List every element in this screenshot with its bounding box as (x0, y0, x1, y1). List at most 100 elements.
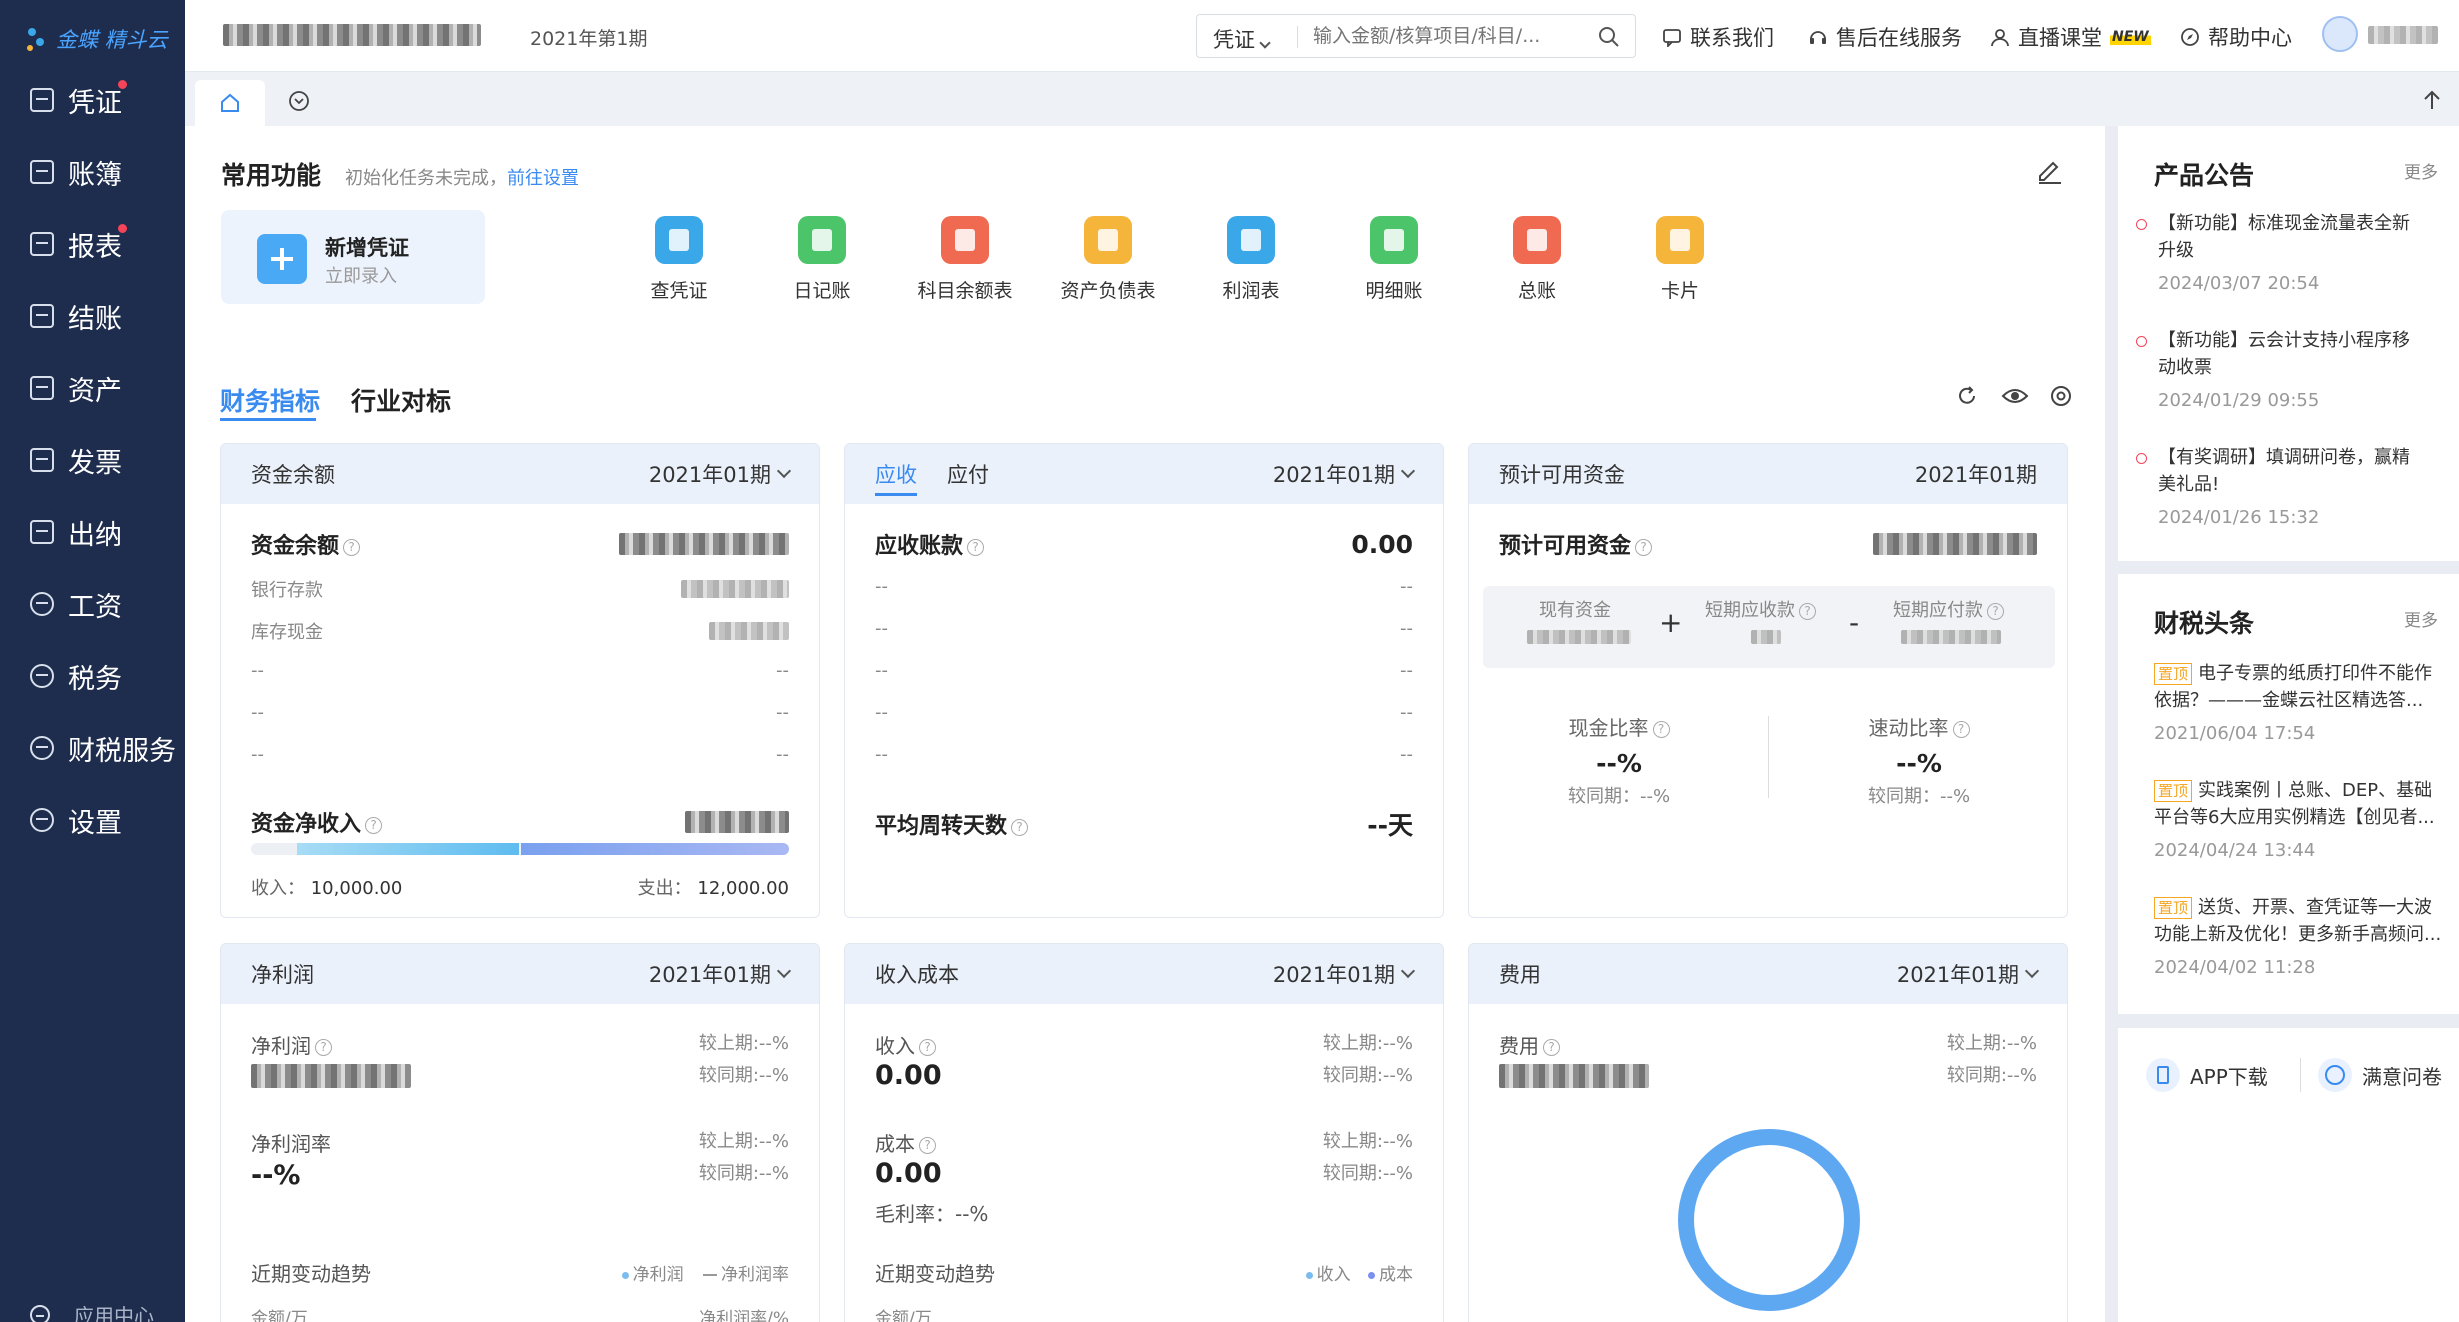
help-icon[interactable]: ? (1987, 602, 2004, 620)
pinned-badge: 置顶 (2154, 663, 2193, 685)
help-icon[interactable]: ? (1952, 721, 1970, 738)
quick-access-item-7[interactable]: 卡片 (1610, 216, 1750, 303)
bank-deposit-label: 银行存款 (251, 580, 323, 601)
search-icon[interactable] (1597, 25, 1621, 49)
search-type-label: 凭证 (1213, 28, 1255, 52)
announcements-more-link[interactable]: 更多 (2404, 158, 2438, 183)
help-center-link[interactable]: 帮助中心 (2180, 22, 2292, 52)
news-item[interactable]: 置顶 送货、开票、查凭证等一大波功能上新及优化！更多新手高频问... 2024/04… (2154, 894, 2444, 981)
sidebar-item-0[interactable]: 凭证 (0, 64, 185, 136)
tax-news-more-link[interactable]: 更多 (2404, 606, 2438, 631)
empty-row-label: -- (251, 702, 264, 723)
avatar[interactable] (2322, 16, 2358, 52)
legend-dot (1305, 1271, 1313, 1279)
cash-period-label: 2021年01期 (648, 463, 771, 487)
profit-axis-right: 净利润率/% (699, 1309, 789, 1322)
expense-period-select[interactable]: 2021年01期 (1897, 959, 2040, 989)
help-icon[interactable]: ? (1543, 1039, 1560, 1056)
live-class-link[interactable]: 直播课堂 NEW (1990, 22, 2151, 52)
contact-us-link[interactable]: 联系我们 (1662, 22, 1774, 52)
sidebar-item-10[interactable]: 设置 (0, 784, 185, 856)
quick-access-item-5[interactable]: 明细账 (1324, 216, 1464, 303)
help-icon[interactable]: ? (919, 1137, 936, 1154)
quick-access-item-3[interactable]: 资产负债表 (1038, 216, 1178, 303)
help-icon[interactable]: ? (919, 1039, 936, 1056)
profit-period-select[interactable]: 2021年01期 (649, 959, 792, 989)
news-date: 2024/04/02 11:28 (2154, 957, 2316, 978)
sidebar-item-8[interactable]: 税务 (0, 640, 185, 712)
sidebar-item-9[interactable]: 财税服务 (0, 712, 185, 784)
minus-sign: - (1849, 606, 1860, 639)
survey-link[interactable]: 满意问卷 (2318, 1058, 2442, 1092)
contact-us-label: 联系我们 (1690, 26, 1774, 50)
bank-deposit-blurred (681, 580, 789, 598)
app-logo[interactable]: 金蝶 精斗云 (22, 18, 172, 58)
sidebar-item-2[interactable]: 报表 (0, 208, 185, 280)
cost-mom: 较上期:--% (1322, 1131, 1413, 1152)
sidebar-item-7[interactable]: 工资 (0, 568, 185, 640)
after-sales-link[interactable]: 售后在线服务 (1808, 22, 1962, 52)
quick-access-item-2[interactable]: 科目余额表 (895, 216, 1035, 303)
help-icon[interactable]: ? (967, 538, 985, 556)
expense-yoy: 较同期:--% (1946, 1065, 2037, 1086)
announcement-date: 2024/01/29 09:55 (2158, 390, 2320, 411)
help-icon[interactable]: ? (1652, 721, 1670, 738)
tab-receivable[interactable]: 应收 (875, 459, 917, 496)
help-icon[interactable]: ? (365, 816, 383, 834)
cost-label: 成本 (875, 1132, 915, 1156)
user-name-blurred[interactable] (2368, 26, 2438, 44)
help-icon[interactable]: ? (343, 538, 361, 556)
help-icon[interactable]: ? (315, 1039, 332, 1056)
init-settings-link[interactable]: 前往设置 (507, 168, 579, 189)
help-icon[interactable]: ? (1799, 602, 1816, 620)
news-item[interactable]: 置顶 实践案例丨总账、DEP、基础平台等6大应用实例精选【创见者... 2024/0… (2154, 777, 2444, 864)
quick-access-item-4[interactable]: 利润表 (1181, 216, 1321, 303)
tab-dropdown-icon[interactable] (288, 90, 310, 112)
empty-row-label: -- (875, 744, 888, 765)
sidebar-item-1[interactable]: 账簿 (0, 136, 185, 208)
sidebar-item-4[interactable]: 资产 (0, 352, 185, 424)
quick-access-item-6[interactable]: 总账 (1467, 216, 1607, 303)
tab-financial-indicators[interactable]: 财务指标 (220, 382, 320, 418)
income-cost-card-title: 收入成本 (875, 963, 959, 987)
announcement-item[interactable]: 【有奖调研】填调研问卷，赢精美礼品! 2024/01/26 15:32 (2136, 444, 2428, 531)
news-item[interactable]: 置顶 电子专票的纸质打印件不能作依据？———金蝶云社区精选答... 2021/06/… (2154, 660, 2444, 747)
refresh-icon[interactable] (1955, 384, 1979, 408)
new-voucher-button[interactable]: 新增凭证 立即录入 (221, 210, 485, 304)
help-icon[interactable]: ? (1011, 818, 1029, 836)
quick-access-item-1[interactable]: 日记账 (752, 216, 892, 303)
search-input[interactable] (1313, 19, 1583, 53)
income-yoy: 较同期:--% (1322, 1065, 1413, 1086)
cash-period-select[interactable]: 2021年01期 (648, 459, 792, 489)
eye-icon[interactable] (2001, 384, 2029, 408)
announcement-item[interactable]: 【新功能】云会计支持小程序移动收票 2024/01/29 09:55 (2136, 327, 2428, 414)
cost-value: 0.00 (875, 1158, 942, 1189)
tab-industry-benchmark[interactable]: 行业对标 (351, 382, 451, 418)
announcement-item[interactable]: 【新功能】标准现金流量表全新升级 2024/03/07 20:54 (2136, 210, 2428, 297)
init-hint: 初始化任务未完成， (345, 168, 507, 189)
settings-icon[interactable] (2049, 384, 2073, 408)
cash-balance-label: 资金余额 (251, 534, 340, 559)
income-label: 收入 (875, 1034, 915, 1058)
app-download-link[interactable]: APP下载 (2146, 1058, 2268, 1092)
ar-period-select[interactable]: 2021年01期 (1273, 459, 1416, 489)
quick-access-item-0[interactable]: 查凭证 (609, 216, 749, 303)
help-icon[interactable]: ? (1635, 538, 1653, 556)
cash-ratio-value: --% (1596, 749, 1642, 778)
empty-row-value: -- (1400, 744, 1413, 765)
sidebar-item-6[interactable]: 出纳 (0, 496, 185, 568)
sidebar-item-5[interactable]: 发票 (0, 424, 185, 496)
tab-payable[interactable]: 应付 (947, 459, 989, 489)
search-type-select[interactable]: 凭证 (1213, 24, 1271, 54)
app-center-link[interactable]: 应用中心 (30, 1300, 154, 1322)
income-cost-period-select[interactable]: 2021年01期 (1273, 959, 1416, 989)
cash-balance-blurred (619, 533, 789, 555)
home-tab[interactable] (195, 80, 265, 126)
empty-row-value: -- (776, 660, 789, 681)
news-text: 送货、开票、查凭证等一大波功能上新及优化！更多新手高频问... (2154, 897, 2442, 945)
cash-ratio-yoy: 较同期：--% (1567, 786, 1671, 807)
edit-icon[interactable] (2035, 156, 2063, 184)
expense-blurred (1499, 1064, 1649, 1088)
sidebar-item-3[interactable]: 结账 (0, 280, 185, 352)
scroll-top-icon[interactable] (2421, 89, 2443, 111)
